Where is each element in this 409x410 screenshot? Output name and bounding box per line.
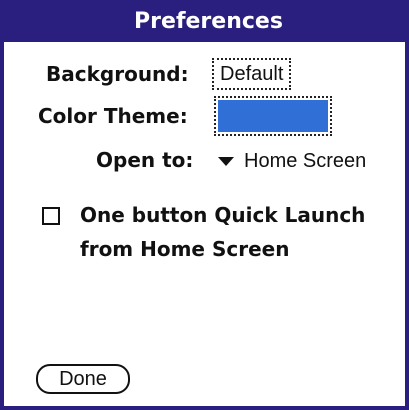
done-button[interactable]: Done [36,364,130,394]
quick-launch-label-line2: from Home Screen [80,237,290,261]
window-title: Preferences [134,8,283,34]
preferences-window: Preferences Background: Default Color Th… [0,0,409,410]
open-to-label: Open to: [96,148,194,172]
color-theme-swatch [218,100,328,132]
quick-launch-label[interactable]: One button Quick Launch from Home Screen [80,198,365,266]
background-label: Background: [46,62,189,86]
done-button-label: Done [59,367,107,390]
dropdown-arrow-icon [218,156,234,166]
quick-launch-checkbox[interactable] [42,207,60,225]
title-bar: Preferences [4,0,409,42]
open-to-value: Home Screen [244,149,367,172]
color-theme-selector[interactable] [214,96,332,136]
open-to-dropdown[interactable]: Home Screen [218,146,366,176]
quick-launch-label-line1: One button Quick Launch [80,203,366,227]
color-theme-label: Color Theme: [38,104,188,128]
background-value: Default [220,62,284,85]
background-selector[interactable]: Default [212,58,292,90]
